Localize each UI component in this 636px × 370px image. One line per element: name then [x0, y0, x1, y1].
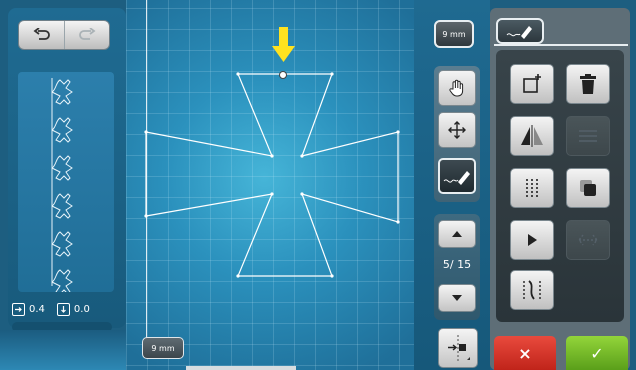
move-point-icon: [448, 335, 470, 361]
edit-tools-grid: [496, 50, 624, 322]
align-button[interactable]: [566, 116, 610, 156]
trash-icon: [580, 74, 596, 94]
stitch-pen-icon: [506, 26, 532, 39]
path-edit-button[interactable]: [510, 270, 554, 310]
mirror-button[interactable]: [510, 116, 554, 156]
pointer-arrow-icon: [272, 27, 295, 62]
redo-icon: [79, 28, 96, 40]
offset-y-icon: [56, 302, 70, 316]
play-icon: [528, 234, 537, 246]
undo-button[interactable]: [19, 21, 64, 49]
pattern-outline: [145, 73, 399, 277]
cross-pattern: [144, 27, 400, 278]
tab-underline: [494, 44, 628, 46]
left-bottom-area: [0, 330, 140, 370]
offset-x-value: 0.4: [29, 303, 45, 315]
stitch-motif-list[interactable]: [18, 72, 114, 292]
duplicate-icon: [580, 180, 596, 196]
size-toggle-button[interactable]: 9 mm: [434, 20, 474, 48]
offset-readout: 0.4 0.0: [12, 298, 122, 320]
offset-x-icon: [12, 302, 25, 316]
left-panel: 0.4 0.0: [8, 8, 126, 328]
selected-point[interactable]: [279, 71, 287, 79]
move-point-button[interactable]: [438, 328, 478, 368]
page-down-button[interactable]: [438, 284, 476, 312]
ok-button[interactable]: ✓: [566, 336, 628, 370]
offset-y-value: 0.0: [73, 303, 90, 315]
tool-stack: [434, 66, 480, 202]
mirror-icon: [521, 125, 543, 147]
page-indicator: 5/ 15: [442, 258, 472, 271]
path-edit-icon: [523, 280, 541, 300]
hand-icon: [449, 79, 464, 97]
undo-redo-group: [18, 20, 110, 50]
pattern-nodes: [144, 72, 400, 278]
motif-preview: [51, 78, 73, 292]
edit-canvas[interactable]: [126, 0, 414, 370]
tab-stitch-edit[interactable]: [496, 18, 544, 44]
redo-button[interactable]: [64, 21, 109, 49]
duplicate-button[interactable]: [566, 168, 610, 208]
page-down-icon: [452, 295, 462, 301]
undo-icon: [33, 28, 50, 40]
hand-tool-button[interactable]: [438, 70, 476, 106]
split-button[interactable]: [566, 220, 610, 260]
stitch-grid-icon: [526, 179, 538, 197]
pen-icon: [443, 171, 470, 185]
split-icon: [578, 234, 598, 246]
page-up-icon: [452, 231, 462, 237]
draw-tool-button[interactable]: [438, 158, 476, 194]
embroidery-edit-screen: 0.4 0.0 9 mm 9 mm 5/ 15 × ✓: [0, 0, 636, 370]
align-icon: [579, 130, 597, 142]
insert-point-button[interactable]: [510, 64, 554, 104]
canvas-bottom-strip: [186, 366, 296, 370]
delete-button[interactable]: [566, 64, 610, 104]
page-navigator: 5/ 15: [434, 214, 480, 320]
play-button[interactable]: [510, 220, 554, 260]
move-tool-button[interactable]: [438, 112, 476, 148]
stitch-density-button[interactable]: [510, 168, 554, 208]
move-arrows-icon: [448, 121, 466, 139]
canvas-size-badge: 9 mm: [142, 337, 184, 359]
new-point-icon: [523, 74, 541, 93]
page-up-button[interactable]: [438, 220, 476, 248]
cancel-button[interactable]: ×: [494, 336, 556, 370]
